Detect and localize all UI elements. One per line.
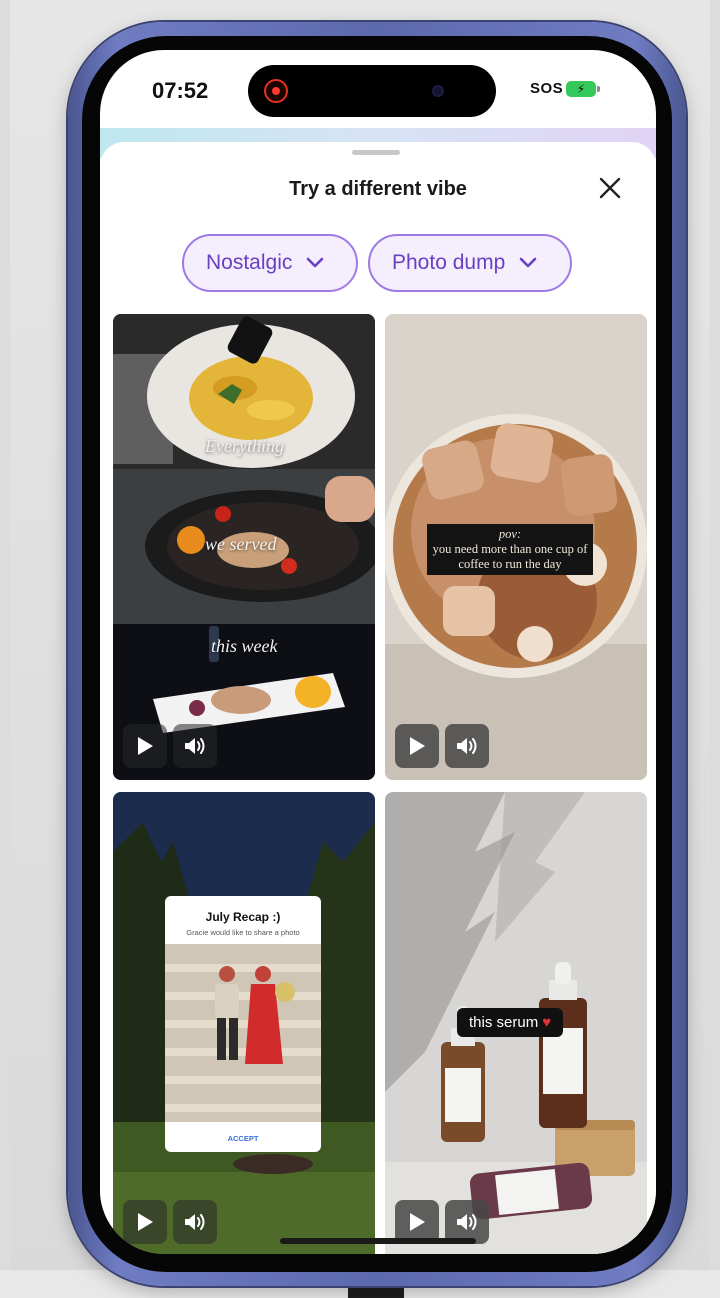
overlay-text: Everything	[205, 436, 284, 456]
volume-button[interactable]	[173, 1200, 217, 1244]
sos-indicator: SOS	[530, 80, 564, 97]
play-icon	[138, 1213, 153, 1231]
caption-pov: pov:	[498, 527, 522, 541]
chevron-down-icon	[519, 257, 537, 268]
volume-button[interactable]	[445, 724, 489, 768]
status-time: 07:52	[152, 78, 209, 103]
screen-recording-icon	[264, 79, 288, 103]
card-subtitle: Gracie would like to share a photo	[186, 928, 300, 937]
sheet-title: Try a different vibe	[289, 178, 467, 200]
template-coffee-video[interactable]: pov: you need more than one cup of coffe…	[385, 314, 647, 780]
caption-box: pov: you need more than one cup of coffe…	[427, 524, 593, 575]
heart-icon: ♥	[542, 1014, 552, 1031]
caption-text: you need more than one cup of coffee to …	[432, 542, 588, 571]
volume-icon	[457, 1214, 477, 1230]
template-recap-video[interactable]: July Recap :) Gracie would like to share…	[113, 792, 375, 1254]
front-camera	[432, 85, 444, 97]
overlay-text: we served	[205, 534, 277, 554]
play-icon	[410, 1213, 425, 1231]
home-indicator[interactable]	[280, 1238, 476, 1244]
close-icon	[599, 177, 621, 199]
battery-charging-icon: ⚡	[566, 81, 600, 97]
tag-text: this serum	[469, 1014, 539, 1031]
template-serum-video[interactable]: this serum ♥	[385, 792, 647, 1254]
filter-label: Photo dump	[392, 251, 506, 274]
close-button[interactable]	[596, 174, 624, 202]
dynamic-island	[248, 65, 496, 117]
sheet-grabber[interactable]	[352, 150, 400, 155]
card-title: July Recap :)	[205, 910, 281, 924]
vibe-sheet: Try a different vibe Nostalgic Photo dum…	[100, 142, 656, 1254]
play-icon	[410, 737, 425, 755]
chevron-down-icon	[307, 257, 324, 268]
volume-icon	[185, 738, 205, 754]
play-icon	[138, 737, 153, 755]
filter-photo-dump-dropdown[interactable]: Photo dump	[368, 234, 572, 292]
phone-screen: 07:52 SOS ⚡ Try a different vibe Nostalg…	[100, 50, 656, 1254]
couple-photo	[165, 944, 321, 1122]
volume-icon	[457, 738, 477, 754]
text-tag: this serum ♥	[457, 1008, 564, 1037]
accept-button: ACCEPT	[227, 1134, 259, 1143]
play-button[interactable]	[123, 1200, 167, 1244]
filter-label: Nostalgic	[206, 251, 293, 274]
share-photo-card: July Recap :) Gracie would like to share…	[165, 896, 321, 1152]
filter-nostalgic-dropdown[interactable]: Nostalgic	[182, 234, 358, 292]
volume-button[interactable]	[173, 724, 217, 768]
play-button[interactable]	[123, 724, 167, 768]
volume-icon	[185, 1214, 205, 1230]
template-food-video[interactable]: Everything we served this week	[113, 314, 375, 780]
overlay-text: this week	[211, 636, 278, 656]
play-button[interactable]	[395, 724, 439, 768]
